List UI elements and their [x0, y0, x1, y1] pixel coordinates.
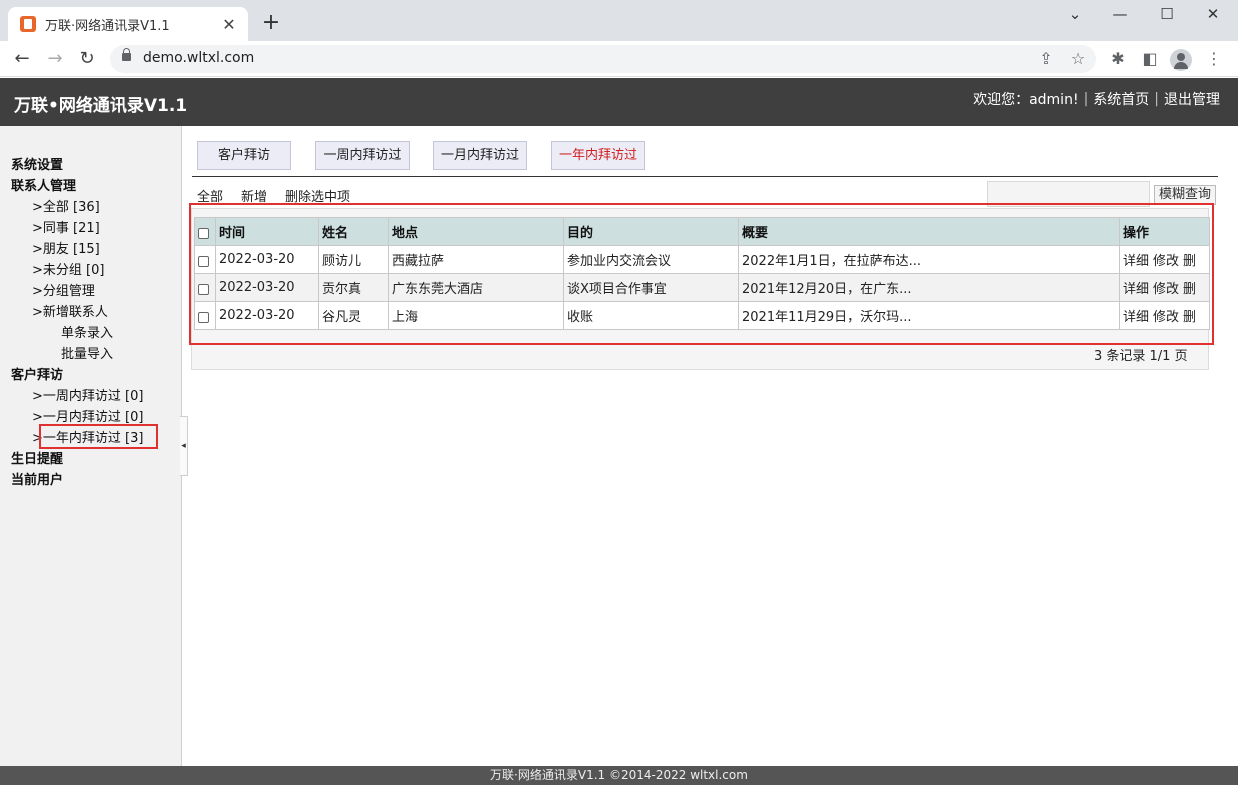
welcome-text: 欢迎您：admin! — [973, 92, 1079, 108]
sidebar-item-single-entry[interactable]: 单条录入 — [61, 322, 113, 341]
maximize-icon[interactable]: ☐ — [1152, 4, 1182, 24]
header-separator: | — [1154, 91, 1159, 107]
sidebar-item-batch-import[interactable]: 批量导入 — [61, 343, 113, 362]
address-bar: ← → ↻ demo.wltxl.com ⇪ ☆ ✱ ◧ ⋮ — [0, 41, 1238, 77]
sidebar-group-contacts[interactable]: 联系人管理 — [11, 175, 76, 194]
sidebar-item-group-management[interactable]: >分组管理 — [32, 280, 95, 299]
fuzzy-search-button[interactable]: 模糊查询 — [1154, 185, 1216, 205]
tab-customer-visits[interactable]: 客户拜访 — [197, 141, 291, 170]
bookmark-star-icon[interactable]: ☆ — [1067, 49, 1089, 68]
tab-visited-month[interactable]: 一月内拜访过 — [433, 141, 527, 170]
new-tab-icon[interactable]: + — [259, 11, 283, 35]
side-panel-icon[interactable]: ◧ — [1139, 49, 1161, 68]
book-icon — [20, 16, 36, 32]
sidebar-item-all[interactable]: >全部 [36] — [32, 196, 100, 215]
sidebar-group-customer-visits[interactable]: 客户拜访 — [11, 364, 63, 383]
reload-icon[interactable]: ↻ — [75, 47, 99, 71]
tab-search-chevron-icon[interactable]: ⌄ — [1060, 4, 1090, 24]
sidebar-item-visited-month[interactable]: >一月内拜访过 [0] — [32, 406, 143, 425]
menu-kebab-icon[interactable]: ⋮ — [1203, 49, 1225, 68]
table-highlight-box — [189, 203, 1214, 345]
url-text[interactable]: demo.wltxl.com — [143, 50, 254, 66]
tab-title: 万联·网络通讯录V1.1 — [45, 18, 170, 34]
header-links: 欢迎您：admin! | 系统首页 | 退出管理 — [973, 89, 1220, 109]
minimize-icon[interactable]: — — [1105, 4, 1135, 24]
profile-avatar-icon[interactable] — [1170, 49, 1192, 71]
sidebar-item-add-contact[interactable]: >新增联系人 — [32, 301, 108, 320]
lock-icon — [122, 48, 131, 61]
main-content: 客户拜访 一周内拜访过 一月内拜访过 一年内拜访过 全部 新增 删除选中项 模糊… — [182, 126, 1238, 766]
logout-link[interactable]: 退出管理 — [1164, 89, 1220, 109]
sidebar-item-friends[interactable]: >朋友 [15] — [32, 238, 100, 257]
tab-visited-year[interactable]: 一年内拜访过 — [551, 141, 645, 170]
forward-arrow-icon[interactable]: → — [43, 47, 67, 71]
browser-tab[interactable]: 万联·网络通讯录V1.1 ✕ — [8, 7, 248, 41]
window-close-icon[interactable]: ✕ — [1198, 4, 1228, 24]
app-header: 万联•网络通讯录V1.1 欢迎您：admin! | 系统首页 | 退出管理 — [0, 78, 1238, 126]
back-arrow-icon[interactable]: ← — [10, 47, 34, 71]
tabs-divider — [192, 176, 1218, 177]
pagination-text: 3 条记录 1/1 页 — [1094, 349, 1188, 364]
sidebar-group-current-user[interactable]: 当前用户 — [11, 469, 63, 488]
omnibox[interactable]: demo.wltxl.com ⇪ ☆ — [110, 45, 1096, 73]
footer: 万联·网络通讯录V1.1 ©2014-2022 wltxl.com — [0, 766, 1238, 785]
browser-tabstrip: 万联·网络通讯录V1.1 ✕ + ⌄ — ☐ ✕ — [0, 0, 1238, 41]
sidebar-group-system-settings[interactable]: 系统设置 — [11, 154, 63, 173]
app-title: 万联•网络通讯录V1.1 — [14, 96, 188, 116]
home-link[interactable]: 系统首页 — [1093, 89, 1149, 109]
extensions-puzzle-icon[interactable]: ✱ — [1107, 49, 1129, 68]
header-separator: | — [1083, 91, 1089, 107]
sidebar-item-colleagues[interactable]: >同事 [21] — [32, 217, 100, 236]
close-tab-icon[interactable]: ✕ — [220, 15, 238, 34]
sidebar-highlight-box — [39, 424, 158, 449]
tab-visited-week[interactable]: 一周内拜访过 — [315, 141, 410, 170]
sidebar-group-birthday-reminder[interactable]: 生日提醒 — [11, 448, 63, 467]
sidebar-item-ungrouped[interactable]: >未分组 [0] — [32, 259, 104, 278]
share-icon[interactable]: ⇪ — [1035, 49, 1057, 68]
sidebar-item-visited-week[interactable]: >一周内拜访过 [0] — [32, 385, 143, 404]
